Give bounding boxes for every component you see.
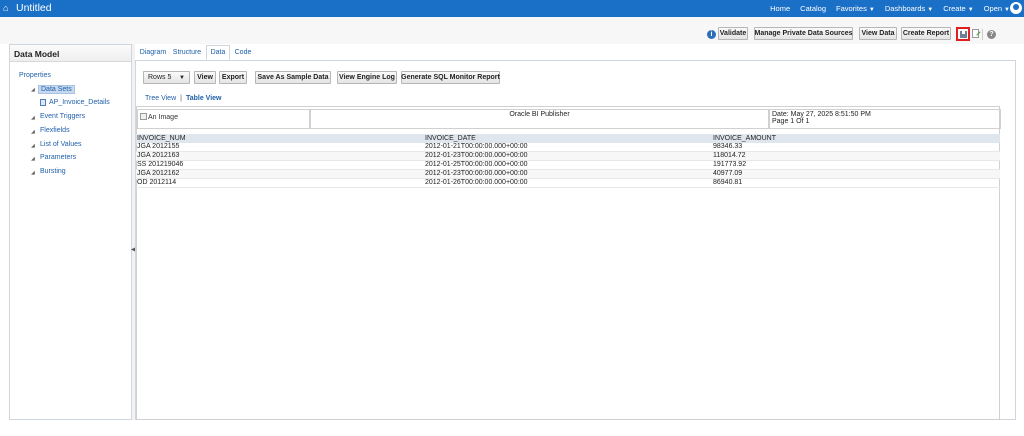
report-page-number: Page 1 Of 1 xyxy=(772,118,810,125)
report-header: An Image Oracle BI Publisher Date: May 2… xyxy=(137,109,1001,131)
expand-triangle-icon[interactable]: ◢ xyxy=(31,87,35,93)
report-logo-cell: An Image xyxy=(137,109,310,129)
create-report-button[interactable]: Create Report xyxy=(901,27,951,40)
tree-item-event-triggers[interactable]: Event Triggers xyxy=(40,113,85,120)
table-view-link[interactable]: Table View xyxy=(186,95,222,102)
tree-item-list-of-values[interactable]: List of Values xyxy=(40,141,82,148)
broken-image-icon xyxy=(140,113,147,120)
save-as-sample-data-button[interactable]: Save As Sample Data xyxy=(255,71,331,84)
invoice-date-cell: 2012-01-26T00:00:00.000+00:00 xyxy=(424,178,712,188)
column-header: INVOICE_DATE xyxy=(424,134,712,143)
expand-triangle-icon[interactable]: ◢ xyxy=(31,170,35,176)
chevron-down-icon: ▼ xyxy=(179,74,185,81)
nav-open[interactable]: Open ▼ xyxy=(984,4,1010,13)
view-engine-log-button[interactable]: View Engine Log xyxy=(337,71,397,84)
invoice-num-cell: SS 201219046 xyxy=(136,160,424,170)
invoice-table: INVOICE_NUM INVOICE_DATE INVOICE_AMOUNT … xyxy=(136,134,1000,188)
tab-data[interactable]: Data xyxy=(206,45,230,60)
table-row: JGA 2012162 2012-01-23T00:00:00.000+00:0… xyxy=(136,169,1000,179)
tree-item-properties[interactable]: Properties xyxy=(19,72,51,79)
tree-item-bursting[interactable]: Bursting xyxy=(40,168,66,175)
toolbar-divider xyxy=(982,29,983,40)
rows-select[interactable]: Rows 5 ▼ xyxy=(143,71,190,84)
global-nav: Home Catalog Favorites ▼ Dashboards ▼ Crea… xyxy=(770,0,1010,17)
view-separator: | xyxy=(180,95,182,102)
nav-open-label: Open xyxy=(983,4,1003,13)
tree-item-parameters[interactable]: Parameters xyxy=(40,154,76,161)
invoice-date-cell: 2012-01-23T00:00:00.000+00:00 xyxy=(424,151,712,161)
invoice-date-cell: 2012-01-21T00:00:00.000+00:00 xyxy=(424,143,712,152)
info-icon: i xyxy=(707,30,716,39)
invoice-num-cell: OD 2012114 xyxy=(136,178,424,188)
table-row: SS 201219046 2012-01-25T00:00:00.000+00:… xyxy=(136,160,1000,170)
table-header-row: INVOICE_NUM INVOICE_DATE INVOICE_AMOUNT xyxy=(136,134,1000,143)
nav-dashboards-label: Dashboards xyxy=(884,4,926,13)
invoice-num-cell: JGA 2012163 xyxy=(136,151,424,161)
tree-item-ap-invoice-details[interactable]: AP_Invoice_Details xyxy=(49,99,110,106)
invoice-amount-cell: 98346.33 xyxy=(712,143,1000,152)
image-alt-text: An Image xyxy=(148,114,178,121)
panel-title: Data Model xyxy=(10,45,131,62)
table-row: JGA 2012155 2012-01-21T00:00:00.000+00:0… xyxy=(136,143,1000,152)
column-header: INVOICE_NUM xyxy=(136,134,424,143)
user-avatar-icon[interactable] xyxy=(1010,2,1022,14)
nav-home[interactable]: Home xyxy=(770,4,790,13)
dataset-icon xyxy=(40,99,46,106)
table-row: JGA 2012163 2012-01-23T00:00:00.000+00:0… xyxy=(136,151,1000,161)
report-date-cell: Date: May 27, 2025 8:51:50 PM Page 1 Of … xyxy=(769,109,1001,129)
report-date: Date: May 27, 2025 8:51:50 PM xyxy=(772,111,871,118)
home-icon[interactable]: ⌂ xyxy=(3,3,13,13)
validate-button[interactable]: Validate xyxy=(718,27,748,40)
tab-code[interactable]: Code xyxy=(232,45,254,60)
rows-value: 5 xyxy=(167,74,172,81)
tab-structure[interactable]: Structure xyxy=(171,45,203,60)
invoice-amount-cell: 191773.92 xyxy=(712,160,1000,170)
tree-item-flexfields[interactable]: Flexfields xyxy=(40,127,70,134)
save-icon xyxy=(960,31,967,38)
expand-triangle-icon[interactable]: ◢ xyxy=(31,115,35,121)
nav-create-label: Create xyxy=(943,4,966,13)
broken-image: An Image xyxy=(140,113,178,121)
tree-item-data-sets[interactable]: Data Sets xyxy=(38,85,75,94)
nav-dashboards[interactable]: Dashboards ▼ xyxy=(885,4,933,13)
page-title: Untitled xyxy=(16,2,52,14)
column-header: INVOICE_AMOUNT xyxy=(712,134,1000,143)
invoice-num-cell: JGA 2012162 xyxy=(136,169,424,179)
chevron-down-icon: ▼ xyxy=(927,7,934,13)
view-switcher: Tree View | Table View xyxy=(145,95,222,102)
invoice-date-cell: 2012-01-25T00:00:00.000+00:00 xyxy=(424,160,712,170)
tree-view-link[interactable]: Tree View xyxy=(145,95,176,102)
invoice-amount-cell: 86940.81 xyxy=(712,178,1000,188)
expand-triangle-icon[interactable]: ◢ xyxy=(31,156,35,162)
top-bar: ⌂ Untitled Home Catalog Favorites ▼ Dashb… xyxy=(0,0,1024,17)
table-row: OD 2012114 2012-01-26T00:00:00.000+00:00… xyxy=(136,178,1000,188)
invoice-date-cell: 2012-01-23T00:00:00.000+00:00 xyxy=(424,169,712,179)
view-button[interactable]: View xyxy=(194,71,216,84)
invoice-amount-cell: 40977.09 xyxy=(712,169,1000,179)
help-icon[interactable]: ? xyxy=(987,30,996,39)
tab-diagram[interactable]: Diagram xyxy=(138,45,168,60)
manage-private-data-sources-button[interactable]: Manage Private Data Sources xyxy=(754,27,853,40)
expand-triangle-icon[interactable]: ◢ xyxy=(31,143,35,149)
nav-catalog[interactable]: Catalog xyxy=(800,4,826,13)
save-button[interactable] xyxy=(956,27,970,41)
nav-create[interactable]: Create ▼ xyxy=(943,4,973,13)
nav-favorites-label: Favorites xyxy=(836,4,867,13)
view-data-button[interactable]: View Data xyxy=(859,27,897,40)
invoice-num-cell: JGA 2012155 xyxy=(136,143,424,152)
chevron-down-icon: ▼ xyxy=(868,7,875,13)
nav-favorites[interactable]: Favorites ▼ xyxy=(836,4,875,13)
expand-triangle-icon[interactable]: ◢ xyxy=(31,129,35,135)
data-model-panel: Data Model Properties ◢ Data Sets AP_Inv… xyxy=(9,44,132,420)
chevron-down-icon: ▼ xyxy=(967,7,974,13)
report-publisher-cell: Oracle BI Publisher xyxy=(310,109,769,129)
invoice-amount-cell: 118014.72 xyxy=(712,151,1000,161)
rows-label: Rows xyxy=(148,74,166,81)
generate-sql-monitor-report-button[interactable]: Generate SQL Monitor Report xyxy=(401,71,500,84)
save-as-icon[interactable] xyxy=(972,29,979,38)
export-button[interactable]: Export xyxy=(219,71,247,84)
